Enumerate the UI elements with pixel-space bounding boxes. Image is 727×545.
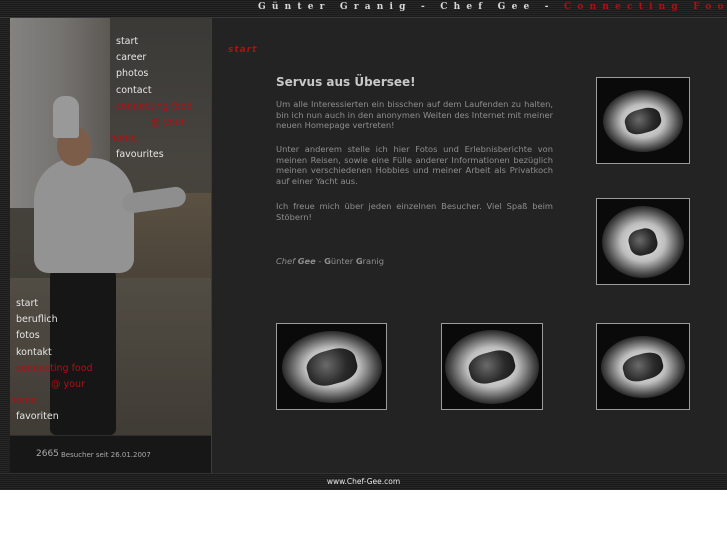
intro-paragraph-1: Um alle Interessierten ein bisschen auf … [276,99,553,130]
nav-en-at-your[interactable]: @ your [116,115,211,131]
nav-de-start[interactable]: start [16,296,116,312]
nav-en-career[interactable]: career [116,50,211,66]
website: Günter Granig - Chef Gee - Connecting Fo… [0,0,727,490]
food-photo-4[interactable] [441,323,543,410]
signature-prefix: Chef [276,256,296,266]
visitor-counter: 2665 Besucher seit 26.01.2007 [10,435,211,474]
nav-de-fotos[interactable]: fotos [16,328,116,344]
food-photo-5[interactable] [596,323,690,410]
intro-paragraph-2: Unter anderem stelle ich hier Fotos und … [276,144,553,186]
nav-en-home[interactable]: home [110,131,211,147]
nav-english: start career photos contact connecting f… [110,34,211,164]
nav-en-favourites[interactable]: favourites [116,147,211,163]
food-photo-2[interactable] [596,198,690,285]
intro-paragraph-3: Ich freue mich über jeden einzelnen Besu… [276,201,553,222]
site-title: Günter Granig - Chef Gee - Connecting Fo… [258,2,727,12]
main-content: start Servus aus Übersee! Um alle Intere… [212,18,727,473]
page-heading: Servus aus Übersee! [276,75,416,89]
left-edge-strip [0,18,10,473]
food-photo-3[interactable] [276,323,387,410]
site-title-accent: Connecting Food [564,2,727,12]
nav-en-start[interactable]: start [116,34,211,50]
nav-de-favoriten[interactable]: favoriten [16,409,116,425]
signature: Chef Gee - Günter Granig [276,256,384,266]
nav-de-beruflich[interactable]: beruflich [16,312,116,328]
visitor-count: 2665 [36,449,59,459]
top-title-bar: Günter Granig - Chef Gee - Connecting Fo… [0,0,727,18]
nav-en-photos[interactable]: photos [116,66,211,82]
nav-de-kontakt[interactable]: kontakt [16,345,116,361]
signature-last-initial: G [355,256,363,266]
nav-de-home[interactable]: home [10,393,116,409]
nav-en-contact[interactable]: contact [116,83,211,99]
signature-nick: Gee [297,256,316,266]
site-title-main: Günter Granig - Chef Gee - [258,2,555,12]
signature-first-rest: ünter [330,256,354,266]
nav-de-connecting-food[interactable]: connecting food [16,361,116,377]
footer-url[interactable]: www.Chef-Gee.com [0,477,727,486]
nav-german: start beruflich fotos kontakt connecting… [10,296,116,426]
signature-dash: - [315,256,325,266]
nav-de-at-your[interactable]: @ your [16,377,116,393]
visitor-count-label: Besucher seit 26.01.2007 [61,451,151,459]
nav-en-connecting-food[interactable]: connecting food [116,99,211,115]
signature-first-initial: G [324,256,331,266]
signature-last-rest: ranig [362,256,384,266]
food-photo-1[interactable] [596,77,690,164]
section-tag: start [228,45,258,55]
footer-bar: www.Chef-Gee.com [0,473,727,490]
